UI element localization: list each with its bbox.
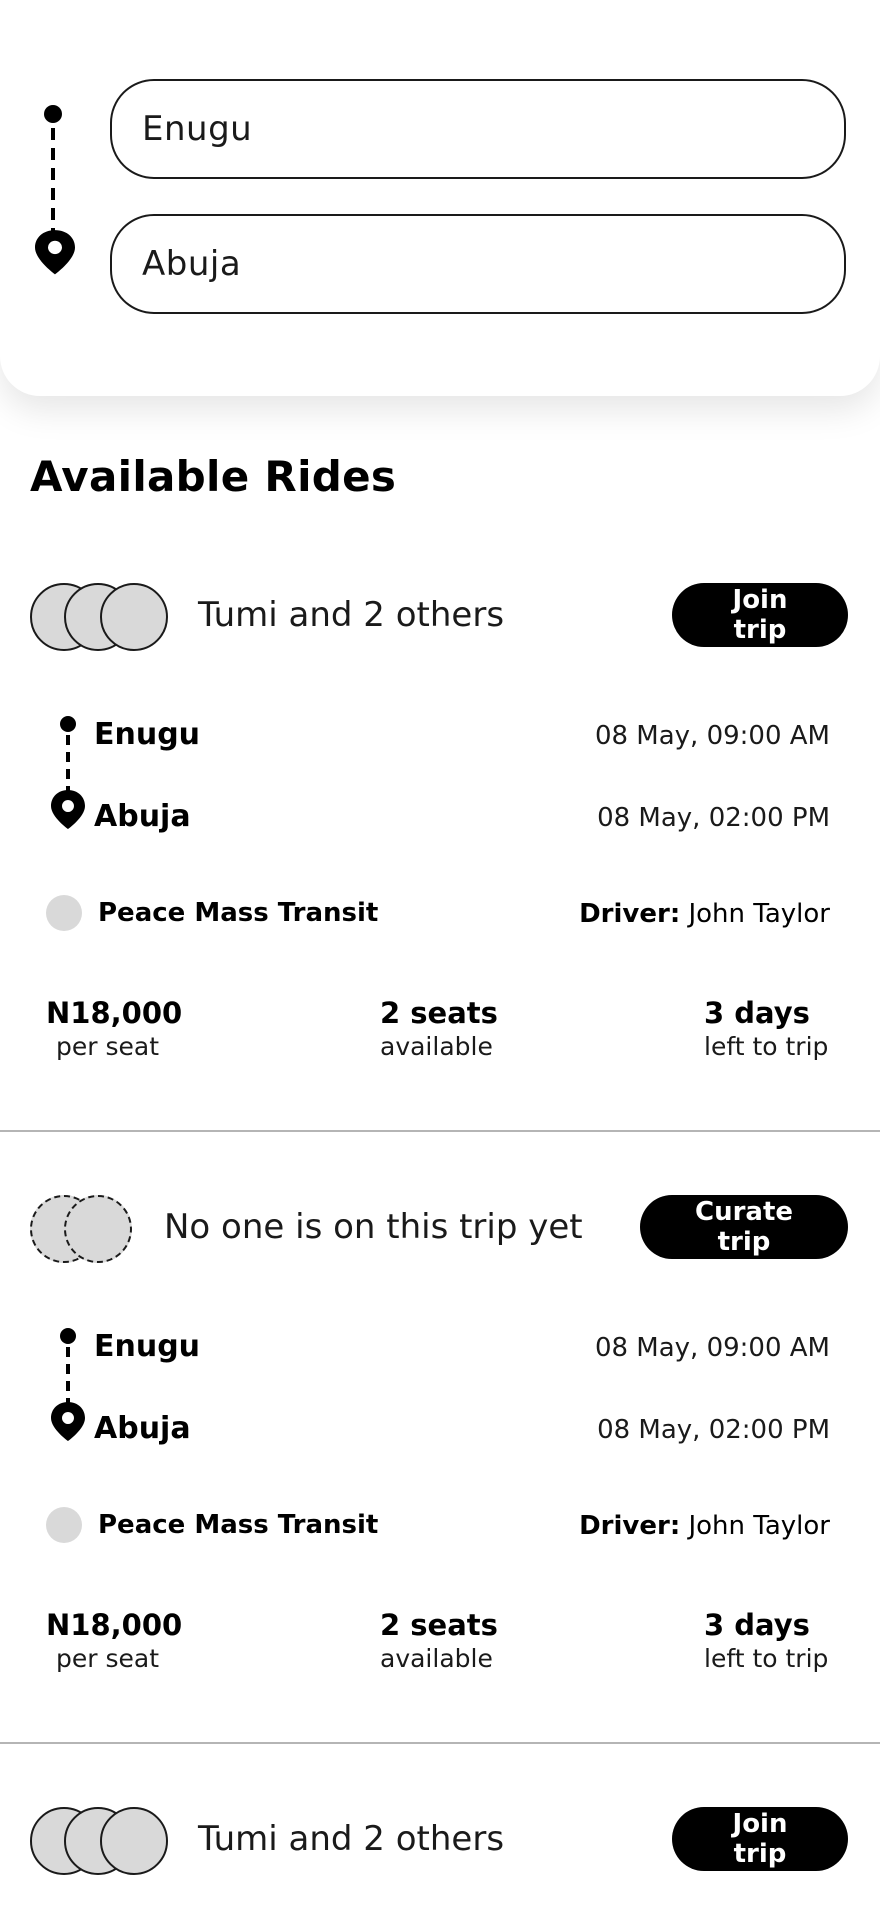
empty-avatar [64, 1195, 132, 1263]
trip-stats: N18,000 per seat 2 seats available 3 day… [0, 995, 880, 1075]
price-stat: N18,000 per seat [46, 995, 182, 1063]
driver-label: Driver: [579, 1511, 681, 1541]
days-caption: left to trip [704, 1644, 829, 1673]
driver-info: Driver: John Taylor [579, 899, 830, 929]
ride-header: No one is on this trip yet Curate trip [0, 1187, 880, 1267]
seats-value: 2 seats [380, 996, 498, 1030]
divider [0, 1742, 880, 1744]
curate-trip-button[interactable]: Curate trip [640, 1195, 848, 1259]
driver-name: John Taylor [688, 1511, 830, 1541]
days-caption: left to trip [704, 1032, 829, 1061]
price-stat: N18,000 per seat [46, 1607, 182, 1675]
join-trip-button[interactable]: Join trip [672, 583, 848, 647]
route-line-icon [51, 1328, 85, 1441]
destination-stop: Abuja [94, 799, 191, 834]
destination-stop: Abuja [94, 1411, 191, 1446]
price-value: N18,000 [46, 996, 183, 1030]
origin-stop: Enugu [94, 717, 201, 752]
origin-input-value: Enugu [142, 109, 253, 149]
join-trip-button[interactable]: Join trip [672, 1807, 848, 1871]
avatar [100, 583, 168, 651]
origin-stop: Enugu [94, 1329, 201, 1364]
avatar [100, 1807, 168, 1875]
route-line-icon [35, 105, 75, 275]
route-search-card: Enugu Abuja [0, 0, 880, 396]
destination-input[interactable]: Abuja [110, 214, 846, 314]
riders-summary: Tumi and 2 others [198, 1819, 505, 1859]
operator-name: Peace Mass Transit [98, 898, 379, 928]
seats-caption: available [380, 1032, 493, 1061]
arrival-time: 08 May, 02:00 PM [597, 1415, 830, 1445]
days-stat: 3 days left to trip [704, 1607, 828, 1675]
trip-stops: Enugu 08 May, 09:00 AM Abuja 08 May, 02:… [0, 1327, 880, 1447]
seats-caption: available [380, 1644, 493, 1673]
driver-info: Driver: John Taylor [579, 1511, 830, 1541]
origin-input[interactable]: Enugu [110, 79, 846, 179]
operator-row: Peace Mass Transit Driver: John Taylor [0, 895, 880, 935]
arrival-time: 08 May, 02:00 PM [597, 803, 830, 833]
days-stat: 3 days left to trip [704, 995, 828, 1063]
seats-stat: 2 seats available [380, 995, 498, 1063]
seats-stat: 2 seats available [380, 1607, 498, 1675]
ride-header: Tumi and 2 others Join trip [0, 1799, 880, 1879]
ride-header: Tumi and 2 others Join trip [0, 575, 880, 655]
days-value: 3 days [704, 996, 810, 1030]
driver-label: Driver: [579, 899, 681, 929]
operator-name: Peace Mass Transit [98, 1510, 379, 1540]
price-value: N18,000 [46, 1608, 183, 1642]
route-line-icon [51, 716, 85, 829]
departure-time: 08 May, 09:00 AM [594, 1333, 830, 1363]
page-title: Available Rides [30, 452, 397, 501]
divider [0, 1130, 880, 1132]
riders-summary: Tumi and 2 others [198, 595, 505, 635]
operator-logo [46, 1507, 82, 1543]
days-value: 3 days [704, 1608, 810, 1642]
price-caption: per seat [56, 1032, 160, 1061]
trip-stats: N18,000 per seat 2 seats available 3 day… [0, 1607, 880, 1687]
departure-time: 08 May, 09:00 AM [594, 721, 830, 751]
seats-value: 2 seats [380, 1608, 498, 1642]
driver-name: John Taylor [688, 899, 830, 929]
destination-input-value: Abuja [142, 244, 242, 284]
price-caption: per seat [56, 1644, 160, 1673]
riders-summary: No one is on this trip yet [164, 1207, 583, 1247]
operator-row: Peace Mass Transit Driver: John Taylor [0, 1507, 880, 1547]
trip-stops: Enugu 08 May, 09:00 AM Abuja 08 May, 02:… [0, 715, 880, 835]
operator-logo [46, 895, 82, 931]
